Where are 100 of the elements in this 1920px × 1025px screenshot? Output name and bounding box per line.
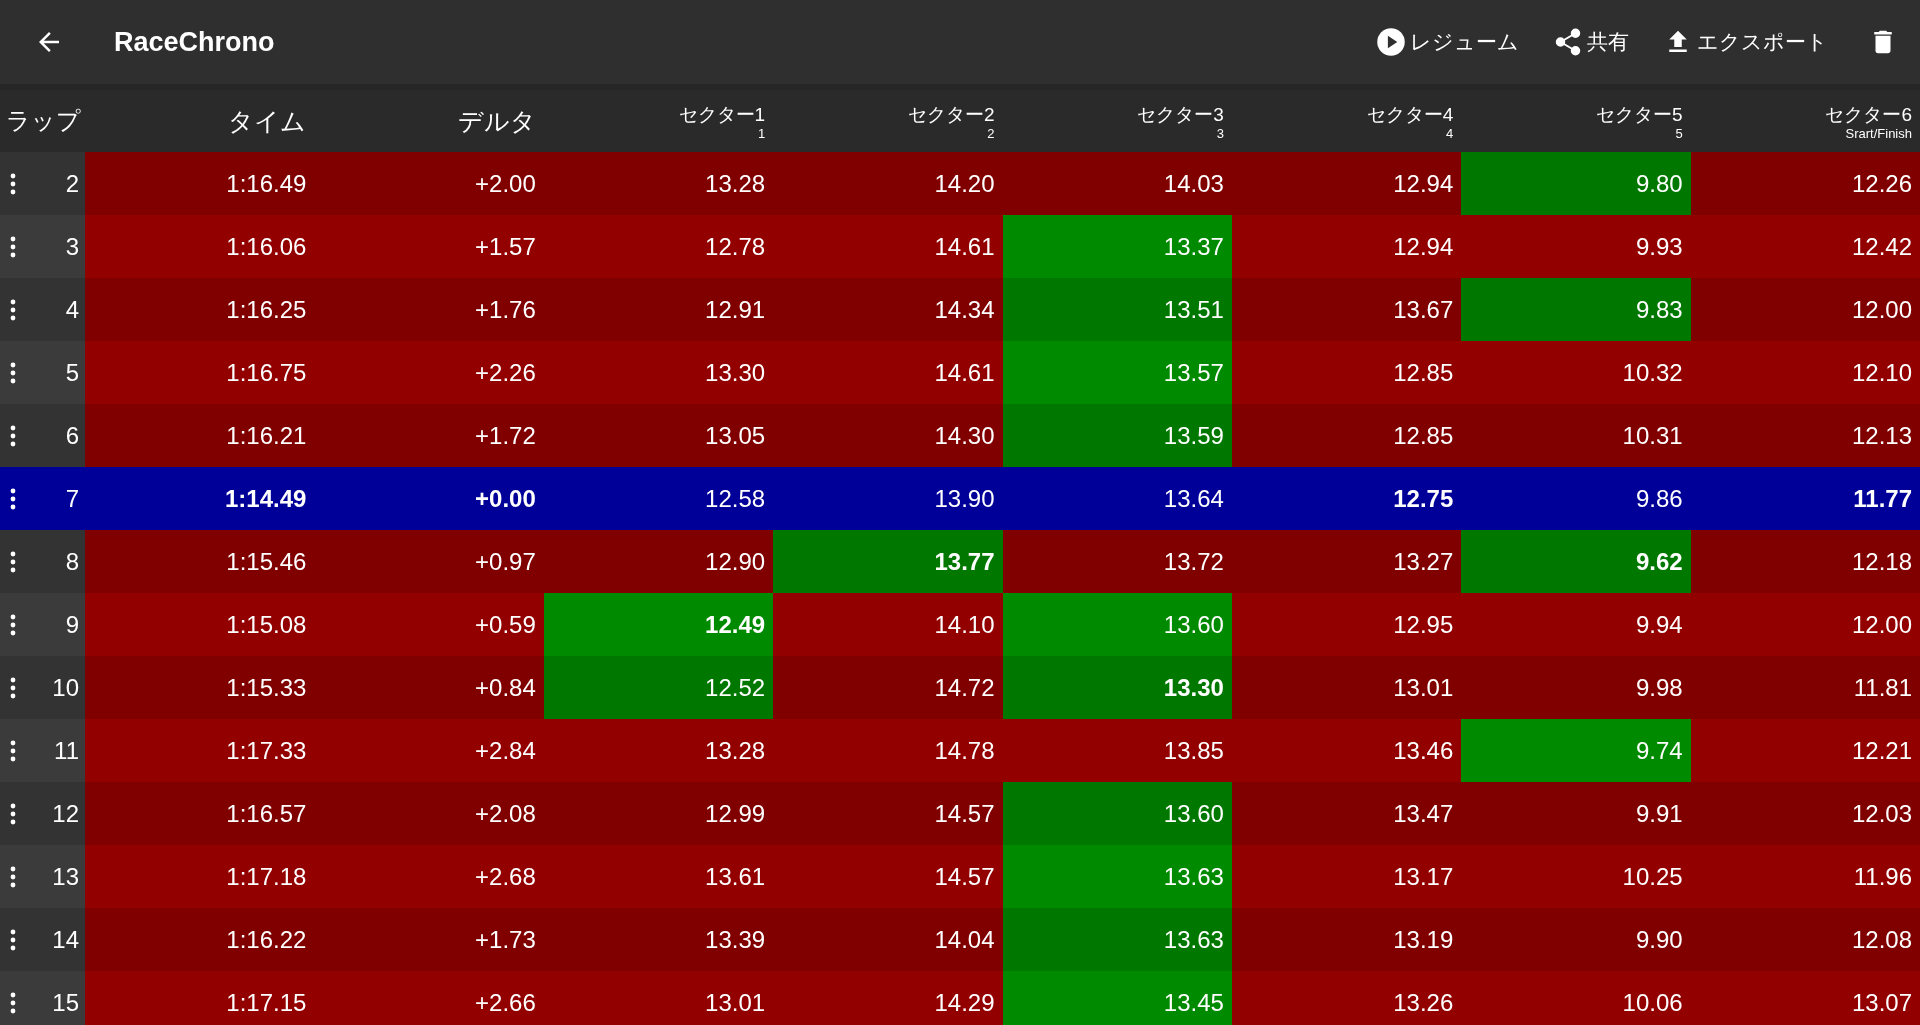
more-icon[interactable] — [10, 991, 16, 1014]
table-cell: 14.57 — [773, 845, 1003, 908]
table-cell: 14.10 — [773, 593, 1003, 656]
more-icon[interactable] — [10, 235, 16, 258]
table-cell: 9.94 — [1461, 593, 1691, 656]
table-cell: 13.27 — [1231, 530, 1462, 593]
column-header: セクター3 3 — [1136, 102, 1225, 143]
table-cell: 1:15.08 — [85, 593, 315, 656]
table-cell: 1:16.75 — [85, 341, 315, 404]
more-icon[interactable] — [10, 613, 16, 636]
table-cell: 1:16.22 — [85, 908, 315, 971]
table-cell: 13.37 — [1002, 215, 1232, 278]
table-cell: +0.84 — [314, 656, 544, 719]
more-icon[interactable] — [10, 865, 16, 888]
table-cell: 13.60 — [1002, 593, 1232, 656]
table-cell: 9.62 — [1461, 530, 1691, 593]
table-cell: 13.39 — [543, 908, 774, 971]
table-cell: 13.60 — [1002, 782, 1232, 845]
table-cell: 13.64 — [1002, 467, 1232, 530]
table-cell: 13.26 — [1231, 971, 1462, 1025]
table-cell: 9.91 — [1461, 782, 1691, 845]
app-title: RaceChrono — [114, 26, 275, 58]
table-cell: 13.05 — [543, 404, 774, 467]
table-cell: +2.26 — [314, 341, 544, 404]
table-cell: 13.63 — [1002, 845, 1232, 908]
table-cell: 9.98 — [1461, 656, 1691, 719]
more-icon[interactable] — [10, 550, 16, 573]
table-cell: 12.58 — [543, 467, 774, 530]
more-icon[interactable] — [10, 298, 16, 321]
table-cell: 13.30 — [1002, 656, 1232, 719]
column-header: セクター4 4 — [1365, 102, 1455, 143]
more-icon[interactable] — [10, 676, 16, 699]
table-cell: 12.94 — [1231, 152, 1462, 215]
column-header: デルタ — [456, 105, 537, 137]
table-cell: 13.01 — [543, 971, 774, 1025]
lap-number: 3 — [65, 232, 79, 261]
table-cell: 12.52 — [543, 656, 774, 719]
table-cell: 14.04 — [773, 908, 1003, 971]
table-cell: 13.07 — [1690, 971, 1920, 1025]
table-cell: 14.57 — [773, 782, 1003, 845]
table-cell: 11.77 — [1690, 467, 1920, 530]
more-icon[interactable] — [10, 172, 16, 195]
table-cell: 10.31 — [1461, 404, 1691, 467]
table-cell: 9.93 — [1461, 215, 1691, 278]
more-icon[interactable] — [10, 802, 16, 825]
table-cell: +0.97 — [314, 530, 544, 593]
table-cell: 13.28 — [543, 719, 774, 782]
table-cell: +1.76 — [314, 278, 544, 341]
upload-button[interactable]: エクスポート — [1659, 23, 1832, 61]
table-cell: 11.96 — [1690, 845, 1920, 908]
lap-number: 5 — [65, 358, 79, 387]
table-cell: 13.72 — [1002, 530, 1232, 593]
table-cell: 13.57 — [1002, 341, 1232, 404]
table-cell: 12.42 — [1690, 215, 1920, 278]
table-cell: 1:17.15 — [85, 971, 315, 1025]
table-cell: 13.30 — [543, 341, 774, 404]
column-header: ラップ — [5, 106, 82, 136]
more-icon[interactable] — [10, 928, 16, 951]
table-cell: 14.72 — [773, 656, 1003, 719]
table-cell: 12.00 — [1690, 593, 1920, 656]
more-icon[interactable] — [10, 487, 16, 510]
table-cell: 12.13 — [1690, 404, 1920, 467]
table-cell: 12.94 — [1231, 215, 1462, 278]
more-icon[interactable] — [10, 424, 16, 447]
table-cell: 13.77 — [773, 530, 1003, 593]
table-cell: +2.66 — [314, 971, 544, 1025]
more-icon[interactable] — [10, 739, 16, 762]
table-cell: 1:15.33 — [85, 656, 315, 719]
table-cell: 13.61 — [543, 845, 774, 908]
table-cell: 14.61 — [773, 215, 1003, 278]
table-cell: 9.74 — [1461, 719, 1691, 782]
table-cell: 10.32 — [1461, 341, 1691, 404]
table-cell: 13.59 — [1002, 404, 1232, 467]
column-header: タイム — [227, 105, 308, 137]
table-cell: 12.99 — [543, 782, 774, 845]
table-cell: 9.90 — [1461, 908, 1691, 971]
table-cell: +2.68 — [314, 845, 544, 908]
table-cell: 13.85 — [1002, 719, 1232, 782]
lap-number: 13 — [52, 862, 79, 891]
share-icon — [1553, 27, 1583, 57]
table-cell: 1:16.57 — [85, 782, 315, 845]
table-cell: 12.08 — [1690, 908, 1920, 971]
play-button[interactable]: レジューム — [1372, 23, 1523, 61]
lap-number: 10 — [52, 673, 79, 702]
more-icon[interactable] — [10, 361, 16, 384]
table-cell: 1:16.06 — [85, 215, 315, 278]
table-cell: 1:17.18 — [85, 845, 315, 908]
lap-number: 15 — [52, 988, 79, 1017]
table-cell: 12.75 — [1231, 467, 1462, 530]
table-cell: 12.78 — [543, 215, 774, 278]
table-cell: 13.47 — [1231, 782, 1462, 845]
table-cell: 9.83 — [1461, 278, 1691, 341]
lap-number: 8 — [65, 547, 79, 576]
table-cell: 14.34 — [773, 278, 1003, 341]
table-cell: 14.03 — [1002, 152, 1232, 215]
table-cell: 1:14.49 — [85, 467, 315, 530]
share-button[interactable]: 共有 — [1549, 23, 1633, 61]
table-cell: 13.45 — [1002, 971, 1232, 1025]
table-cell: +2.84 — [314, 719, 544, 782]
table-cell: 12.95 — [1231, 593, 1462, 656]
